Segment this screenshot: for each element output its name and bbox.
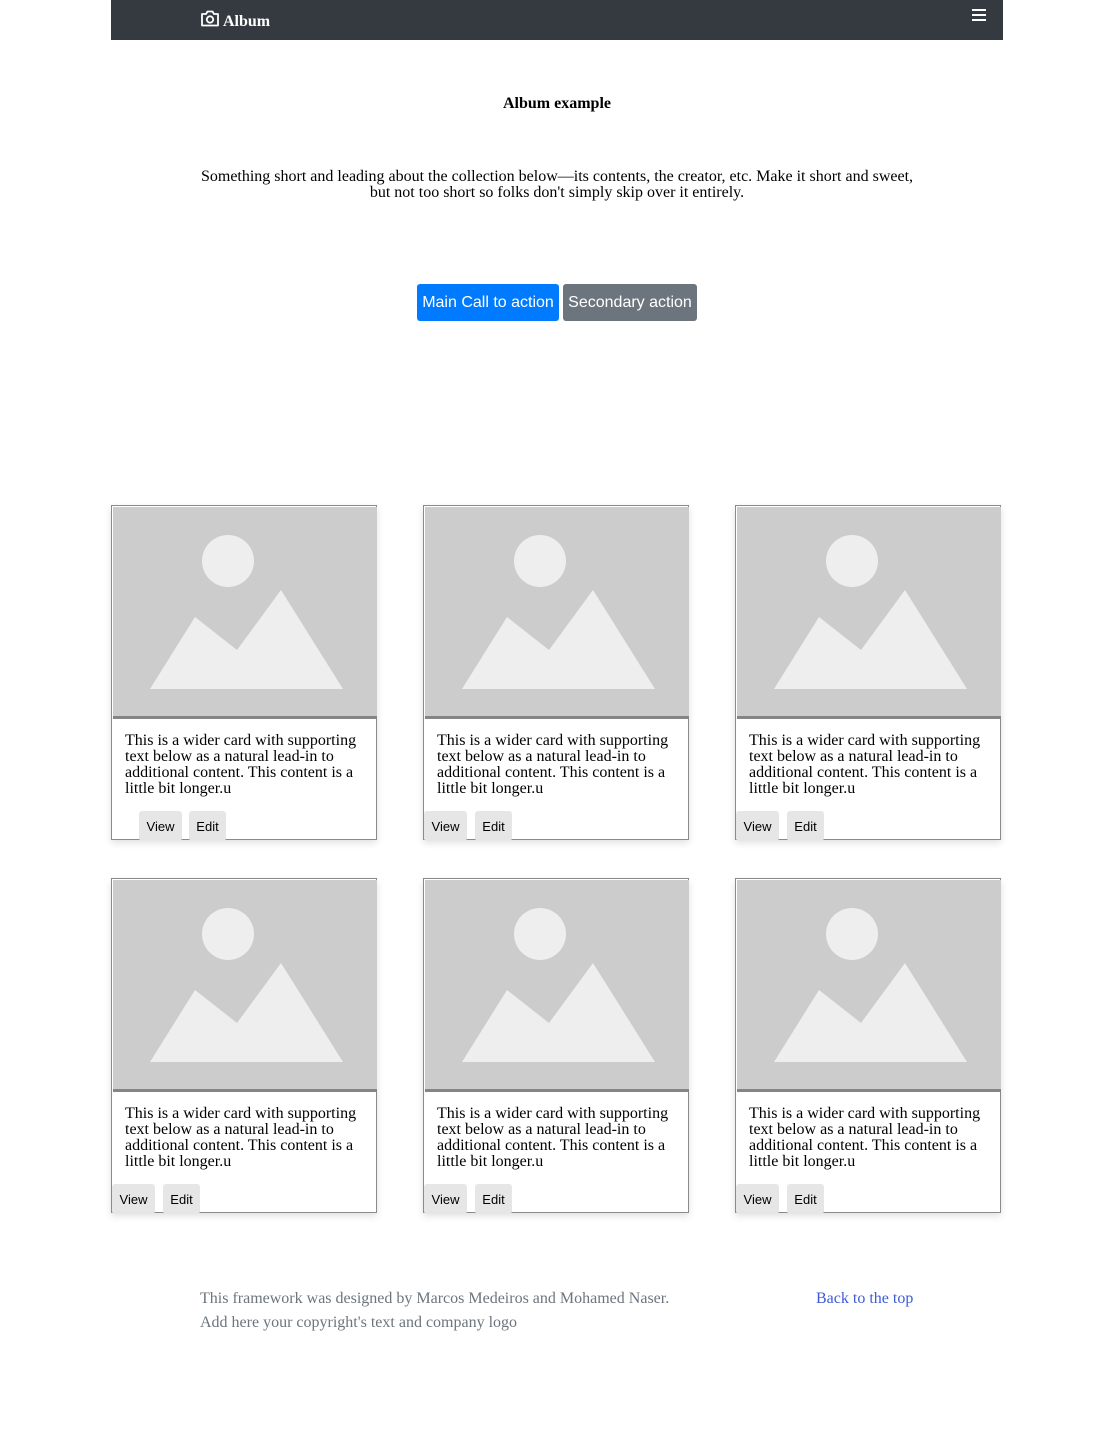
secondary-action-button[interactable]: Secondary action: [563, 284, 697, 321]
main-call-to-action-button[interactable]: Main Call to action: [417, 284, 559, 321]
edit-button[interactable]: Edit: [189, 811, 226, 841]
image-placeholder-icon: [150, 908, 343, 1062]
view-button[interactable]: View: [112, 1184, 155, 1214]
card-image-placeholder: [737, 880, 1001, 1092]
camera-icon: [201, 10, 219, 27]
album-card: This is a wider card with supporting tex…: [111, 878, 377, 1214]
navbar: Album: [111, 0, 1003, 40]
album-card: This is a wider card with supporting tex…: [735, 505, 1001, 841]
card-text: This is a wider card with supporting tex…: [749, 1105, 981, 1170]
card-text: This is a wider card with supporting tex…: [749, 732, 981, 797]
brand-label: Album: [223, 13, 271, 30]
edit-button[interactable]: Edit: [475, 811, 512, 841]
card-image-placeholder: [113, 880, 377, 1092]
view-button[interactable]: View: [139, 811, 182, 841]
card-image-placeholder: [737, 507, 1001, 719]
album-card: This is a wider card with supporting tex…: [111, 505, 377, 841]
page-title: Album example: [503, 95, 611, 112]
card-image-placeholder: [425, 507, 689, 719]
view-button[interactable]: View: [424, 811, 467, 841]
card-text: This is a wider card with supporting tex…: [125, 1105, 357, 1170]
image-placeholder-icon: [774, 535, 967, 689]
edit-button[interactable]: Edit: [787, 811, 824, 841]
footer-credit: This framework was designed by Marcos Me…: [200, 1290, 670, 1307]
edit-button[interactable]: Edit: [163, 1184, 200, 1214]
view-button[interactable]: View: [736, 811, 779, 841]
back-to-top-link[interactable]: Back to the top: [816, 1290, 913, 1308]
card-text: This is a wider card with supporting tex…: [437, 732, 669, 797]
card-image-placeholder: [425, 880, 689, 1092]
album-card: This is a wider card with supporting tex…: [423, 878, 689, 1214]
edit-button[interactable]: Edit: [475, 1184, 512, 1214]
image-placeholder-icon: [150, 535, 343, 689]
hamburger-icon[interactable]: [972, 9, 986, 23]
footer-copyright: Add here your copyright's text and compa…: [200, 1314, 518, 1331]
card-text: This is a wider card with supporting tex…: [125, 732, 357, 797]
card-text: This is a wider card with supporting tex…: [437, 1105, 669, 1170]
image-placeholder-icon: [462, 908, 655, 1062]
brand-link[interactable]: Album: [200, 5, 270, 31]
card-image-placeholder: [113, 507, 377, 719]
image-placeholder-icon: [462, 535, 655, 689]
image-placeholder-icon: [774, 908, 967, 1062]
view-button[interactable]: View: [736, 1184, 779, 1214]
album-card: This is a wider card with supporting tex…: [735, 878, 1001, 1214]
album-card: This is a wider card with supporting tex…: [423, 505, 689, 841]
view-button[interactable]: View: [424, 1184, 467, 1214]
edit-button[interactable]: Edit: [787, 1184, 824, 1214]
hero-lead-text: Something short and leading about the co…: [200, 168, 914, 201]
